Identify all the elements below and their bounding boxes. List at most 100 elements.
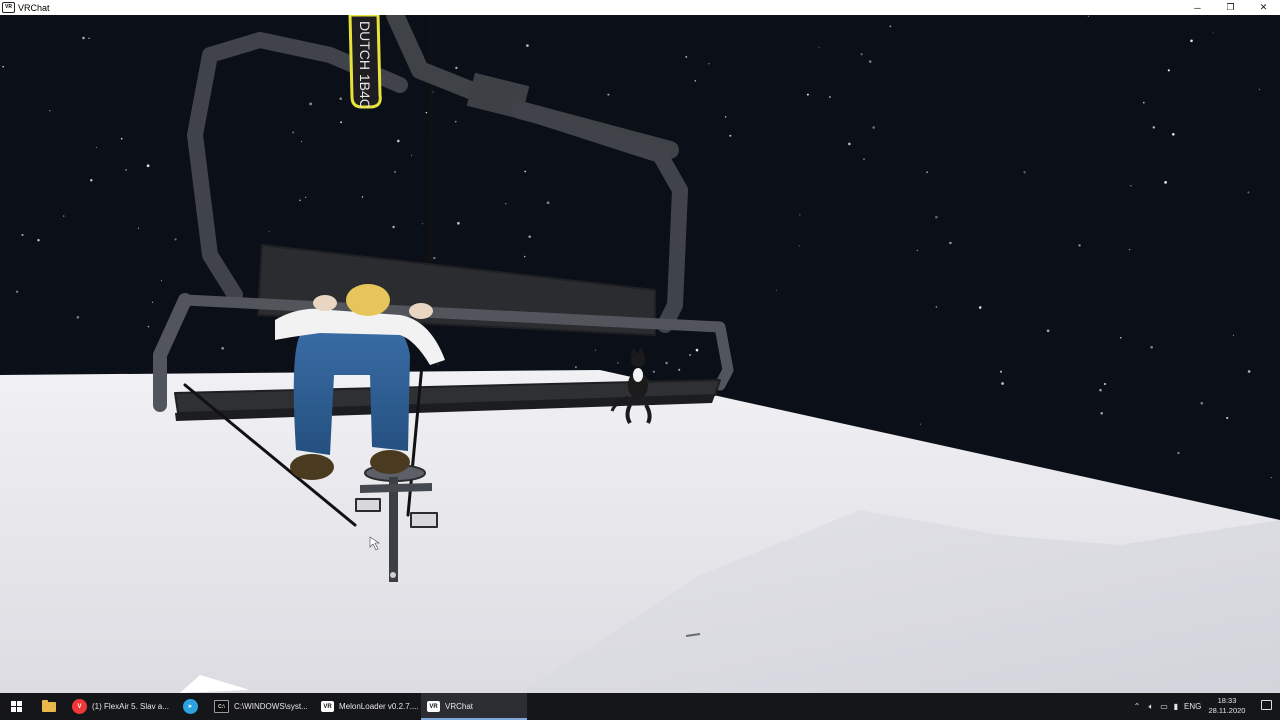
- star: [268, 231, 270, 233]
- star: [1103, 382, 1107, 386]
- restore-button[interactable]: ❐: [1214, 0, 1247, 15]
- vr-icon: VR: [427, 701, 440, 712]
- file-explorer-button[interactable]: [34, 693, 64, 720]
- vivaldi-icon: V: [72, 699, 87, 714]
- star: [174, 238, 177, 241]
- star: [1100, 412, 1103, 415]
- chevron-up-icon[interactable]: ⌃: [1130, 702, 1144, 711]
- star: [151, 301, 154, 303]
- star: [305, 196, 307, 199]
- game-viewport[interactable]: DUTCH 1B4C: [0, 15, 1280, 693]
- star: [1078, 244, 1081, 247]
- star: [361, 196, 364, 198]
- close-button[interactable]: ✕: [1247, 0, 1280, 15]
- star: [806, 93, 809, 96]
- star: [652, 370, 656, 373]
- battery-icon[interactable]: ▮: [1170, 702, 1182, 711]
- star: [935, 215, 938, 219]
- chair-number-sign: DUTCH 1B4C: [348, 15, 382, 109]
- star: [523, 255, 526, 258]
- task-label: (1) FlexAir 5. Slav a...: [92, 702, 169, 711]
- star: [868, 60, 872, 63]
- star: [1142, 101, 1145, 104]
- star: [95, 146, 98, 148]
- star: [860, 53, 863, 56]
- task-melonloader[interactable]: VR MelonLoader v0.2.7....: [315, 693, 419, 720]
- star: [848, 142, 851, 146]
- star: [617, 362, 619, 364]
- star: [1270, 477, 1272, 479]
- star: [1258, 88, 1261, 91]
- star: [146, 164, 150, 168]
- star: [411, 154, 413, 156]
- star: [1099, 388, 1102, 392]
- star: [396, 139, 400, 143]
- star: [978, 306, 982, 309]
- star: [724, 116, 727, 118]
- star: [695, 348, 699, 352]
- star: [1152, 126, 1155, 129]
- star: [425, 111, 428, 114]
- star: [1130, 184, 1132, 187]
- star: [1226, 416, 1229, 420]
- star: [1128, 248, 1131, 251]
- star: [394, 170, 397, 173]
- star: [137, 227, 140, 229]
- star: [685, 55, 688, 58]
- star: [421, 223, 424, 225]
- task-label: VRChat: [445, 702, 474, 711]
- window-titlebar[interactable]: VR VRChat ─ ❐ ✕: [0, 0, 1280, 15]
- star: [37, 238, 40, 242]
- star: [1177, 451, 1180, 455]
- task-telegram[interactable]: ➤: [174, 693, 206, 720]
- star: [437, 363, 439, 366]
- star: [301, 141, 303, 143]
- star: [528, 235, 531, 238]
- star: [15, 290, 19, 293]
- star: [1150, 345, 1153, 349]
- star: [678, 368, 681, 371]
- task-cmd[interactable]: C:\ C:\WINDOWS\syst...: [208, 693, 312, 720]
- clock[interactable]: 18:33 28.11.2020: [1207, 696, 1247, 716]
- task-label: MelonLoader v0.2.7....: [339, 702, 419, 711]
- star: [160, 280, 163, 282]
- language-indicator[interactable]: ENG: [1184, 702, 1201, 711]
- cmd-icon: C:\: [214, 700, 229, 713]
- star: [1247, 191, 1250, 194]
- star: [1164, 181, 1167, 184]
- star: [1200, 401, 1204, 405]
- star: [49, 110, 51, 112]
- star: [309, 102, 312, 106]
- star: [1167, 69, 1170, 72]
- star: [120, 137, 123, 140]
- star: [546, 201, 550, 205]
- star: [1232, 334, 1234, 336]
- star: [818, 46, 820, 48]
- minimize-button[interactable]: ─: [1181, 0, 1214, 15]
- star: [454, 120, 457, 123]
- start-button[interactable]: [0, 693, 33, 720]
- system-tray: ⌃ 🔈︎ ▭ ▮ ENG: [1130, 693, 1202, 720]
- star: [729, 134, 732, 137]
- speaker-icon[interactable]: 🔈︎: [1144, 702, 1158, 712]
- star: [949, 241, 952, 245]
- star: [935, 306, 938, 308]
- star: [340, 121, 343, 124]
- star: [872, 126, 876, 129]
- star: [2, 65, 5, 68]
- star: [926, 171, 929, 174]
- star: [1212, 32, 1214, 34]
- task-vrchat[interactable]: VR VRChat: [421, 693, 527, 720]
- star: [1087, 15, 1090, 17]
- star: [455, 66, 458, 70]
- notification-center-icon[interactable]: [1261, 700, 1272, 710]
- star: [1171, 132, 1175, 136]
- task-vivaldi[interactable]: V (1) FlexAir 5. Slav a...: [66, 693, 170, 720]
- star: [526, 44, 529, 47]
- clock-date: 28.11.2020: [1208, 706, 1246, 715]
- star: [665, 361, 668, 365]
- vr-icon: VR: [321, 701, 334, 712]
- star: [299, 199, 301, 202]
- star: [574, 366, 577, 369]
- network-icon[interactable]: ▭: [1158, 702, 1170, 711]
